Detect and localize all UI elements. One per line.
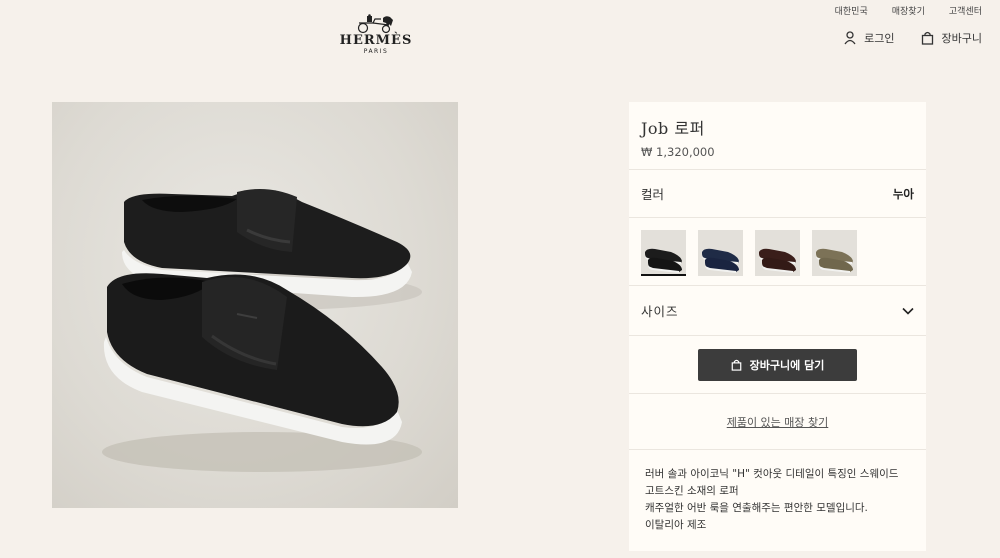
product-image[interactable]	[52, 102, 458, 508]
find-store-link[interactable]: 제품이 있는 매장 찾기	[727, 414, 829, 430]
color-swatches	[629, 218, 926, 286]
swatch-shoe-thumbnail	[702, 248, 739, 273]
color-value: 누아	[892, 186, 914, 201]
utility-link-store-locator[interactable]: 매장찾기	[892, 4, 925, 17]
utility-link-customer-service[interactable]: 고객센터	[949, 4, 982, 17]
swatch-shoe-thumbnail	[816, 248, 853, 273]
bag-icon	[921, 31, 933, 45]
product-price: ₩ 1,320,000	[641, 145, 715, 159]
logo-wordmark: HERMÈS	[339, 33, 413, 48]
size-label: 사이즈	[641, 304, 679, 319]
brand-logo[interactable]: HERMÈS PARIS	[338, 14, 414, 55]
product-panel: Job 로퍼 ₩ 1,320,000 컬러 누아 사이즈 장바구니에 담기 제품…	[629, 102, 926, 551]
swatch-navy[interactable]	[698, 230, 743, 276]
swatch-noir[interactable]	[641, 230, 686, 276]
add-to-cart-button[interactable]: 장바구니에 담기	[698, 348, 857, 381]
add-to-cart-row: 장바구니에 담기	[629, 336, 926, 394]
product-title: Job 로퍼	[641, 119, 705, 138]
description-line: 캐주얼한 어반 룩을 연출해주는 편안한 모델입니다.	[645, 502, 868, 514]
loafer-illustration	[102, 188, 422, 472]
bag-icon	[731, 359, 741, 371]
product-header: Job 로퍼 ₩ 1,320,000	[629, 102, 926, 170]
swatch-shoe-thumbnail	[645, 248, 682, 273]
login-button[interactable]: 로그인	[844, 30, 895, 46]
swatch-brown[interactable]	[755, 230, 800, 276]
swatch-khaki[interactable]	[812, 230, 857, 276]
product-description: 러버 솔과 아이코닉 "H" 컷아웃 디테일이 특징인 스웨이드 고트스킨 소재…	[629, 450, 926, 534]
header-actions: 로그인 장바구니	[844, 30, 982, 46]
swatch-shoe-thumbnail	[759, 248, 796, 273]
color-row: 컬러 누아	[629, 170, 926, 218]
store-finder-row: 제품이 있는 매장 찾기	[629, 394, 926, 450]
description-line: 러버 솔과 아이코닉 "H" 컷아웃 디테일이 특징인 스웨이드 고트스킨 소재…	[645, 468, 899, 497]
logo-city: PARIS	[363, 48, 389, 55]
size-selector[interactable]: 사이즈	[629, 286, 926, 336]
login-label: 로그인	[864, 32, 895, 45]
cart-button[interactable]: 장바구니	[921, 30, 982, 46]
utility-link-country[interactable]: 대한민국	[835, 4, 868, 17]
carriage-logo-icon	[357, 14, 393, 34]
add-to-cart-label: 장바구니에 담기	[749, 358, 825, 372]
chevron-down-icon	[902, 307, 914, 315]
user-icon	[844, 31, 856, 45]
color-label: 컬러	[641, 187, 665, 202]
description-line: 이탈리아 제조	[645, 519, 707, 531]
cart-label: 장바구니	[941, 32, 982, 45]
utility-nav: 대한민국 매장찾기 고객센터	[835, 4, 982, 17]
